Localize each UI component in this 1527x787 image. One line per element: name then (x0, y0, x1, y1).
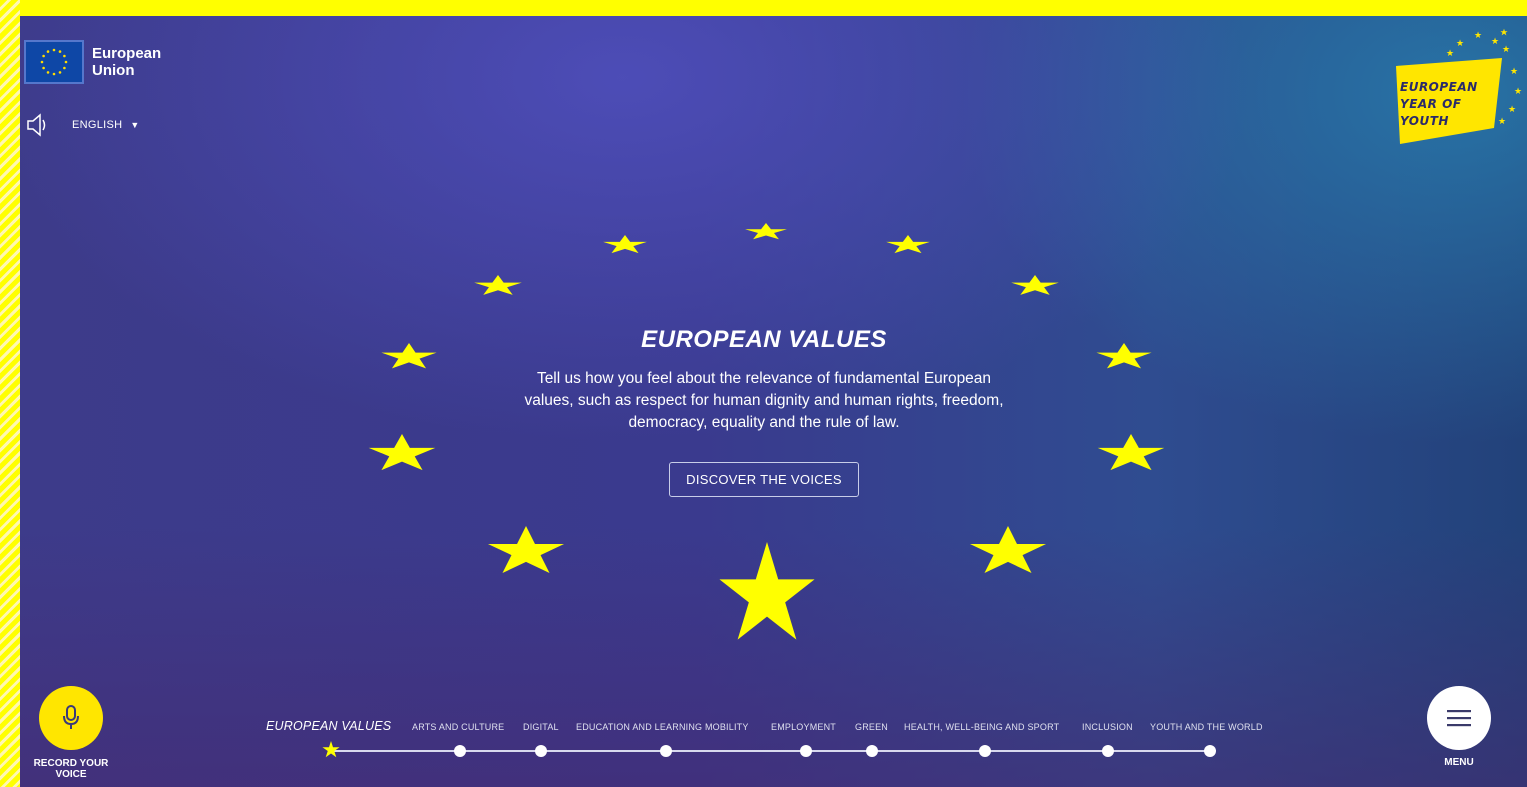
timeline-label-education[interactable]: EDUCATION AND LEARNING MOBILITY (576, 722, 749, 732)
star-icon (1011, 275, 1059, 295)
timeline-label-green[interactable]: GREEN (855, 722, 888, 732)
star-icon (1096, 343, 1152, 369)
timeline-dot-youth-and-the-world[interactable] (1204, 745, 1216, 757)
timeline-dot-digital[interactable] (535, 745, 547, 757)
speaker-icon[interactable] (26, 112, 48, 138)
timeline-dot-employment[interactable] (800, 745, 812, 757)
timeline-dot-arts-and-culture[interactable] (454, 745, 466, 757)
timeline-dot-education[interactable] (660, 745, 672, 757)
timeline-label-european-values[interactable]: EUROPEAN VALUES (266, 719, 391, 733)
svg-text:★: ★ (1498, 117, 1506, 127)
eyoy-line2: YEAR OF (1400, 97, 1462, 111)
eyoy-line1: EUROPEAN (1400, 80, 1478, 94)
eu-logo-line2: Union (92, 62, 135, 79)
timeline-active-star-icon[interactable] (322, 741, 340, 759)
star-icon (381, 343, 437, 369)
topic-timeline: EUROPEAN VALUES ARTS AND CULTURE DIGITAL… (20, 716, 1527, 776)
eyoy-badge-text: EUROPEAN YEAR OF YOUTH (1400, 79, 1478, 130)
star-icon (474, 275, 522, 295)
svg-text:★: ★ (1502, 45, 1510, 55)
timeline-label-employment[interactable]: EMPLOYMENT (771, 722, 836, 732)
timeline-label-youth-and-the-world[interactable]: YOUTH AND THE WORLD (1150, 722, 1263, 732)
eu-flag-icon (24, 40, 84, 84)
hero-stage: European Union ENGLISH ▼ ★ ★ ★ ★ ★ ★ ★ ★… (20, 16, 1527, 787)
decorative-stripes (0, 0, 20, 787)
page-title: EUROPEAN VALUES (641, 326, 887, 353)
svg-text:★: ★ (1491, 37, 1499, 47)
timeline-label-digital[interactable]: DIGITAL (523, 722, 559, 732)
hero-description: Tell us how you feel about the relevance… (524, 370, 1004, 431)
timeline-label-inclusion[interactable]: INCLUSION (1082, 722, 1133, 732)
timeline-dot-inclusion[interactable] (1102, 745, 1114, 757)
timeline-dot-green[interactable] (866, 745, 878, 757)
audio-language-bar: ENGLISH ▼ (26, 112, 140, 138)
european-year-of-youth-logo[interactable]: ★ ★ ★ ★ ★ ★ ★ ★ ★ EUROPEAN YEAR OF YOUTH (1390, 24, 1527, 154)
timeline-label-arts-and-culture[interactable]: ARTS AND CULTURE (412, 722, 504, 732)
eu-logo-line1: European (92, 45, 162, 62)
star-icon (745, 223, 787, 240)
svg-text:★: ★ (1514, 87, 1522, 97)
svg-text:★: ★ (1474, 31, 1482, 41)
hero-content: EUROPEAN VALUES Tell us how you feel abo… (514, 322, 1014, 497)
star-icon (719, 542, 815, 640)
eu-logo-text: European Union (92, 45, 161, 79)
timeline-label-health[interactable]: HEALTH, WELL-BEING AND SPORT (904, 722, 1059, 732)
svg-text:★: ★ (1456, 39, 1464, 49)
svg-text:★: ★ (1508, 105, 1516, 115)
star-icon (487, 526, 565, 574)
star-icon (368, 434, 436, 471)
page-frame: European Union ENGLISH ▼ ★ ★ ★ ★ ★ ★ ★ ★… (0, 0, 1527, 787)
svg-text:★: ★ (1446, 49, 1454, 59)
language-selector[interactable]: ENGLISH ▼ (72, 119, 140, 131)
language-selected: ENGLISH (72, 119, 123, 131)
caret-down-icon: ▼ (130, 120, 140, 130)
star-icon (969, 526, 1047, 574)
star-icon (1097, 434, 1165, 471)
eu-logo[interactable]: European Union (24, 40, 161, 84)
discover-voices-button[interactable]: DISCOVER THE VOICES (669, 462, 859, 497)
star-icon (603, 235, 647, 254)
eyoy-line3: YOUTH (1400, 114, 1449, 128)
timeline-dot-health[interactable] (979, 745, 991, 757)
svg-text:★: ★ (1510, 67, 1518, 77)
star-icon (886, 235, 930, 254)
